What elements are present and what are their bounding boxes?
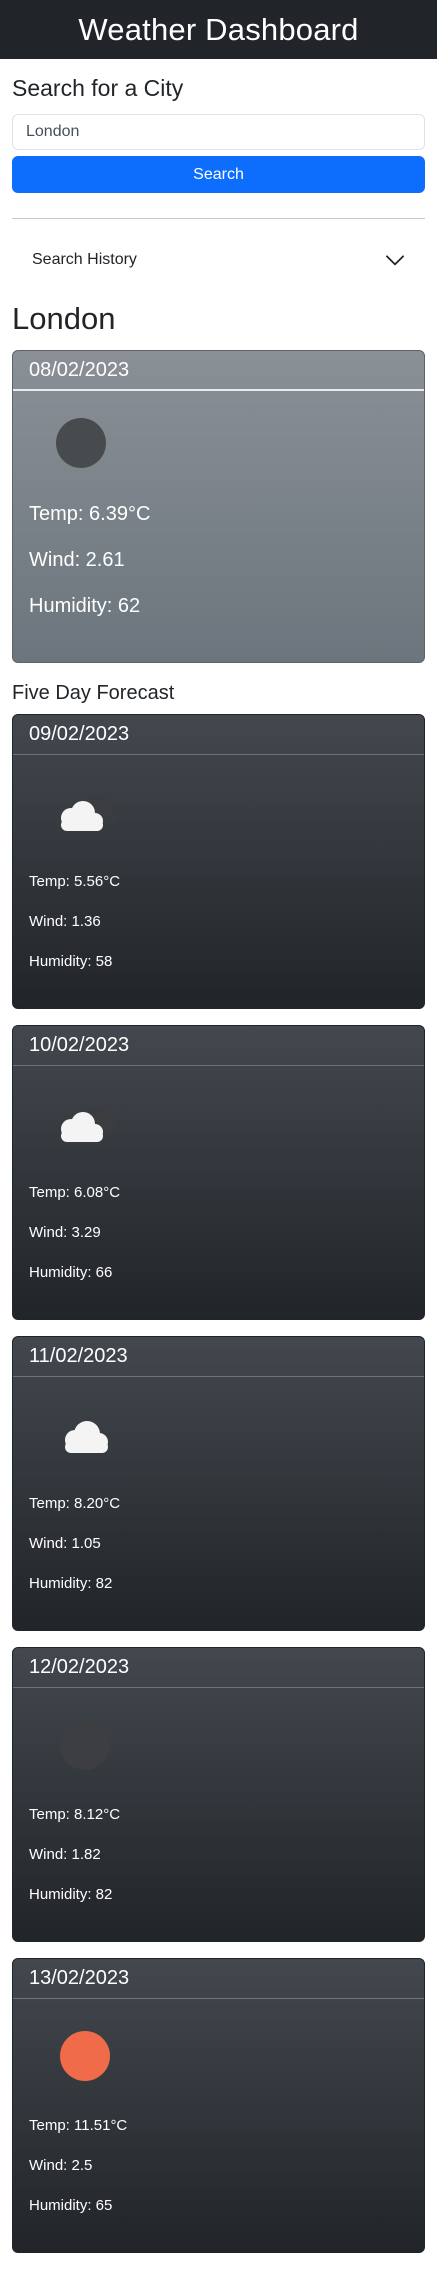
- forecast-card-body: Temp: 8.20°C Wind: 1.05 Humidity: 82: [13, 1385, 424, 1603]
- forecast-humidity: Humidity: 66: [29, 1263, 113, 1281]
- forecast-card-header: 10/02/2023: [13, 1026, 424, 1066]
- forecast-temp: Temp: 11.51°C: [29, 2116, 128, 2134]
- forecast-icon-wrap: [29, 1074, 408, 1172]
- search-history-label: Search History: [32, 251, 137, 268]
- forecast-temp: Temp: 6.08°C: [29, 1183, 121, 1201]
- forecast-date: 12/02/2023: [29, 1656, 130, 1678]
- forecast-humidity: Humidity: 82: [29, 1574, 113, 1592]
- dark-moon-icon: [56, 418, 106, 468]
- city-search-input[interactable]: [12, 114, 425, 150]
- partly-cloudy-icon: [61, 797, 117, 831]
- forecast-card-header: 09/02/2023: [13, 715, 424, 755]
- forecast-card-body: Temp: 8.12°C Wind: 1.82 Humidity: 82: [13, 1696, 424, 1914]
- forecast-temp: Temp: 8.12°C: [29, 1805, 121, 1823]
- partly-cloudy-icon: [61, 1108, 117, 1142]
- chevron-down-icon: [386, 255, 404, 266]
- search-section: Search for a City Search: [12, 73, 425, 193]
- current-weather-card: 08/02/2023 Temp: 6.39°C Wind: 2.61 Humid…: [12, 350, 425, 663]
- forecast-card: 10/02/2023 Temp: 6.08°C Wind: 3.29 Humid…: [12, 1025, 425, 1320]
- forecast-card-header: 11/02/2023: [13, 1337, 424, 1377]
- current-wind: Wind: 2.61: [29, 548, 125, 571]
- forecast-title: Five Day Forecast: [12, 682, 175, 704]
- forecast-wind: Wind: 1.82: [29, 1845, 101, 1863]
- navbar: Weather Dashboard: [0, 0, 437, 59]
- forecast-icon-wrap: [29, 1696, 408, 1794]
- forecast-wind: Wind: 2.5: [29, 2156, 93, 2174]
- forecast-card: 13/02/2023 Temp: 11.51°C Wind: 2.5 Humid…: [12, 1958, 425, 2253]
- forecast-card-body: Temp: 11.51°C Wind: 2.5 Humidity: 65: [13, 2007, 424, 2225]
- forecast-icon-wrap: [29, 763, 408, 861]
- forecast-card-header: 12/02/2023: [13, 1648, 424, 1688]
- forecast-humidity: Humidity: 65: [29, 2196, 113, 2214]
- forecast-temp: Temp: 5.56°C: [29, 872, 121, 890]
- forecast-date: 11/02/2023: [29, 1345, 128, 1367]
- search-button[interactable]: Search: [12, 156, 425, 193]
- forecast-card: 12/02/2023 Temp: 8.12°C Wind: 1.82 Humid…: [12, 1647, 425, 1942]
- forecast-date: 10/02/2023: [29, 1034, 130, 1056]
- current-city-name: London: [12, 301, 116, 336]
- forecast-date: 09/02/2023: [29, 723, 130, 745]
- dark-moon-icon: [60, 1720, 110, 1770]
- main-container: Search for a City Search Search History …: [0, 73, 437, 2253]
- current-card-body: Temp: 6.39°C Wind: 2.61 Humidity: 62: [13, 395, 424, 629]
- forecast-card-body: Temp: 5.56°C Wind: 1.36 Humidity: 58: [13, 763, 424, 981]
- forecast-humidity: Humidity: 58: [29, 952, 113, 970]
- app-title: Weather Dashboard: [78, 11, 359, 47]
- search-title: Search for a City: [12, 75, 184, 101]
- forecast-wind: Wind: 3.29: [29, 1223, 101, 1241]
- forecast-date: 13/02/2023: [29, 1967, 130, 1989]
- forecast-card: 11/02/2023 Temp: 8.20°C Wind: 1.05 Humid…: [12, 1336, 425, 1631]
- divider: [12, 218, 425, 219]
- forecast-icon-wrap: [29, 1385, 408, 1483]
- search-history-toggle[interactable]: Search History: [12, 228, 425, 292]
- current-card-header: 08/02/2023: [13, 351, 424, 391]
- cloud-icon: [65, 1421, 108, 1453]
- forecast-wind: Wind: 1.05: [29, 1534, 101, 1552]
- forecast-card: 09/02/2023 Temp: 5.56°C Wind: 1.36 Humid…: [12, 714, 425, 1009]
- forecast-wind: Wind: 1.36: [29, 912, 101, 930]
- sun-icon: [60, 2031, 110, 2081]
- current-humidity: Humidity: 62: [29, 594, 141, 617]
- current-date: 08/02/2023: [29, 358, 130, 381]
- current-temp: Temp: 6.39°C: [29, 502, 151, 525]
- current-icon-wrap: [29, 395, 408, 491]
- forecast-humidity: Humidity: 82: [29, 1885, 113, 1903]
- forecast-temp: Temp: 8.20°C: [29, 1494, 121, 1512]
- forecast-card-body: Temp: 6.08°C Wind: 3.29 Humidity: 66: [13, 1074, 424, 1292]
- forecast-card-header: 13/02/2023: [13, 1959, 424, 1999]
- forecast-icon-wrap: [29, 2007, 408, 2105]
